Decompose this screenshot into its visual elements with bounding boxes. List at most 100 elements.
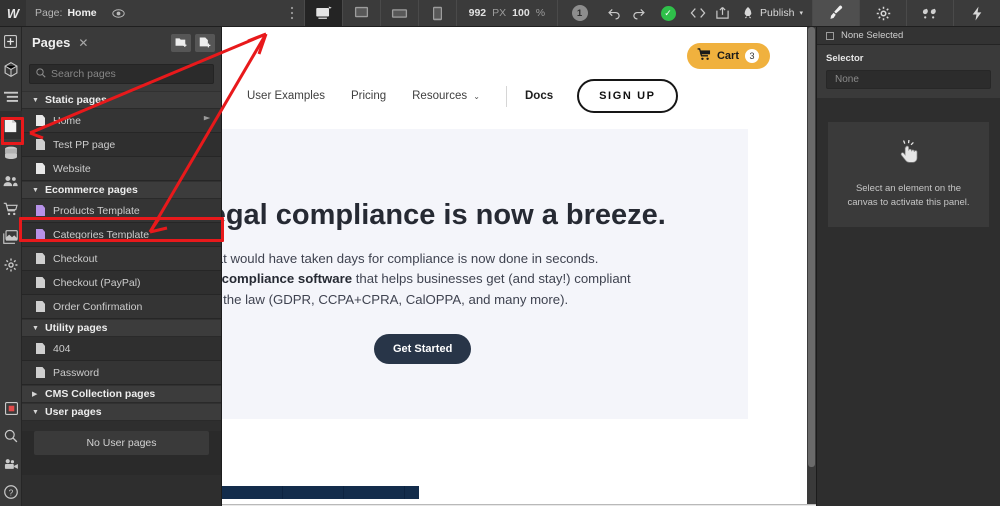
page-label: Test PP page xyxy=(53,138,116,151)
page-label: 404 xyxy=(53,342,71,355)
footer-cell xyxy=(283,486,344,499)
page-white-icon xyxy=(36,163,45,174)
style-panel-empty-state: Select an element on the canvas to activ… xyxy=(828,122,989,227)
pages-list: ▼ Static pages Home Test PP page Website xyxy=(22,91,221,506)
page-row-order-confirmation[interactable]: Order Confirmation xyxy=(22,295,221,319)
group-label: CMS Collection pages xyxy=(45,388,156,400)
new-page-icon[interactable] xyxy=(195,33,215,52)
page-white-icon xyxy=(36,115,45,126)
page-label: Page: xyxy=(35,7,63,19)
settings-icon[interactable] xyxy=(0,251,22,279)
page-grey-icon xyxy=(36,343,45,354)
chevron-down-icon: ▼ xyxy=(32,186,39,194)
canvas-size-zoom[interactable]: 992 PX 100 % xyxy=(455,0,557,26)
page-label: Home xyxy=(53,114,82,127)
audit-icon[interactable] xyxy=(0,394,22,422)
redo-icon[interactable] xyxy=(626,0,651,26)
eye-icon[interactable] xyxy=(106,0,132,26)
lightning-icon[interactable] xyxy=(953,0,1000,26)
new-folder-icon[interactable] xyxy=(171,33,191,52)
help-icon[interactable]: ? xyxy=(0,478,22,506)
publish-button[interactable]: Publish ▾ xyxy=(735,0,812,26)
more-vertical-icon[interactable] xyxy=(280,0,304,26)
gear-icon[interactable] xyxy=(859,0,906,26)
nav-link-user-examples[interactable]: User Examples xyxy=(247,90,325,102)
page-row-password[interactable]: Password xyxy=(22,361,221,385)
none-selected-label: None Selected xyxy=(841,30,904,41)
search-pages-box[interactable] xyxy=(29,64,214,84)
empty-state-text: Select an element on the canvas to activ… xyxy=(828,182,989,210)
tablet-view-icon[interactable] xyxy=(341,0,380,26)
group-user-pages[interactable]: ▼ User pages xyxy=(22,403,221,421)
hero-heading: Legal compliance is now a breeze. xyxy=(222,199,666,231)
close-icon[interactable]: ✕ xyxy=(78,36,88,50)
mobile-view-icon[interactable] xyxy=(417,0,456,26)
page-purple-icon xyxy=(36,205,45,216)
page-row-checkout[interactable]: Checkout xyxy=(22,247,221,271)
canvas-vertical-scroll-thumb[interactable] xyxy=(808,27,815,467)
site-nav-links: User Examples Pricing Resources ⌄ Docs S… xyxy=(222,79,816,113)
chevron-right-icon: ▶ xyxy=(32,391,38,398)
nav-link-resources-label: Resources xyxy=(412,90,468,102)
chevron-down-icon: ▼ xyxy=(32,96,39,104)
current-page-indicator[interactable]: Page: Home xyxy=(26,0,106,26)
components-icon[interactable] xyxy=(0,55,22,83)
nav-link-docs[interactable]: Docs xyxy=(525,90,553,102)
add-element-icon[interactable] xyxy=(0,27,22,55)
shopping-cart-icon xyxy=(697,48,711,64)
hero-paragraph-line2c: that helps businesses get (and stay!) co… xyxy=(352,271,631,287)
paintbrush-icon[interactable] xyxy=(812,0,859,26)
left-icon-rail: ? xyxy=(0,27,22,506)
share-export-icon[interactable] xyxy=(710,0,735,26)
page-row-checkout-paypal[interactable]: Checkout (PayPal) xyxy=(22,271,221,295)
page-name: Home xyxy=(67,7,97,19)
group-label: User pages xyxy=(45,406,102,418)
cart-button[interactable]: Cart 3 xyxy=(686,43,770,69)
checkmark-icon[interactable]: ✓ xyxy=(651,0,685,26)
page-label: Website xyxy=(53,162,91,175)
code-brackets-icon[interactable] xyxy=(685,0,710,26)
desktop-view-icon[interactable] xyxy=(303,0,342,26)
nav-link-resources[interactable]: Resources ⌄ xyxy=(412,90,480,102)
selector-input[interactable]: None xyxy=(826,70,991,89)
site-footer-strip xyxy=(222,486,419,499)
chevron-down-icon: ▼ xyxy=(32,324,39,332)
svg-text:?: ? xyxy=(9,487,14,497)
page-row-404[interactable]: 404 xyxy=(22,337,221,361)
search-input[interactable] xyxy=(51,68,207,80)
group-cms-collection-pages[interactable]: ▶ CMS Collection pages xyxy=(22,385,221,403)
page-grey-icon xyxy=(36,253,45,264)
group-utility-pages[interactable]: ▼ Utility pages xyxy=(22,319,221,337)
webflow-logo[interactable]: W xyxy=(0,0,26,26)
group-label: Utility pages xyxy=(45,322,108,334)
nav-divider xyxy=(506,85,507,107)
zoom-level-unit: % xyxy=(535,7,546,19)
zoom-level-value: 100 xyxy=(512,7,530,19)
pages-search-wrap xyxy=(22,58,221,91)
interactions-icon[interactable] xyxy=(906,0,953,26)
home-flag-icon xyxy=(202,114,213,128)
canvas-width-unit: PX xyxy=(492,7,507,19)
selector-label: Selector xyxy=(826,53,864,64)
group-static-pages[interactable]: ▼ Static pages xyxy=(22,91,221,109)
page-row-home[interactable]: Home xyxy=(22,109,221,133)
design-canvas[interactable]: Cart 3 User Examples Pricing Resources ⌄… xyxy=(222,27,816,506)
tablet-landscape-view-icon[interactable] xyxy=(379,0,418,26)
canvas-vertical-scrollbar[interactable] xyxy=(807,27,816,506)
page-row-test-pp-page[interactable]: Test PP page xyxy=(22,133,221,157)
hero-paragraph-line1: What would have taken days for complianc… xyxy=(222,251,599,266)
group-ecommerce-pages[interactable]: ▼ Ecommerce pages xyxy=(22,181,221,199)
navigator-icon[interactable] xyxy=(0,83,22,111)
annotation-box-products-template xyxy=(19,217,224,242)
rocket-icon xyxy=(744,7,752,19)
page-row-website[interactable]: Website xyxy=(22,157,221,181)
search-icon[interactable] xyxy=(0,422,22,450)
nav-link-pricing[interactable]: Pricing xyxy=(351,90,386,102)
users-icon[interactable] xyxy=(0,167,22,195)
get-started-button[interactable]: Get Started xyxy=(374,334,472,364)
signup-button[interactable]: SIGN UP xyxy=(577,79,678,113)
selected-element-bar[interactable]: None Selected xyxy=(817,27,1000,45)
step-indicator[interactable]: 1 xyxy=(557,0,601,26)
video-tutorials-icon[interactable] xyxy=(0,450,22,478)
undo-icon[interactable] xyxy=(601,0,626,26)
